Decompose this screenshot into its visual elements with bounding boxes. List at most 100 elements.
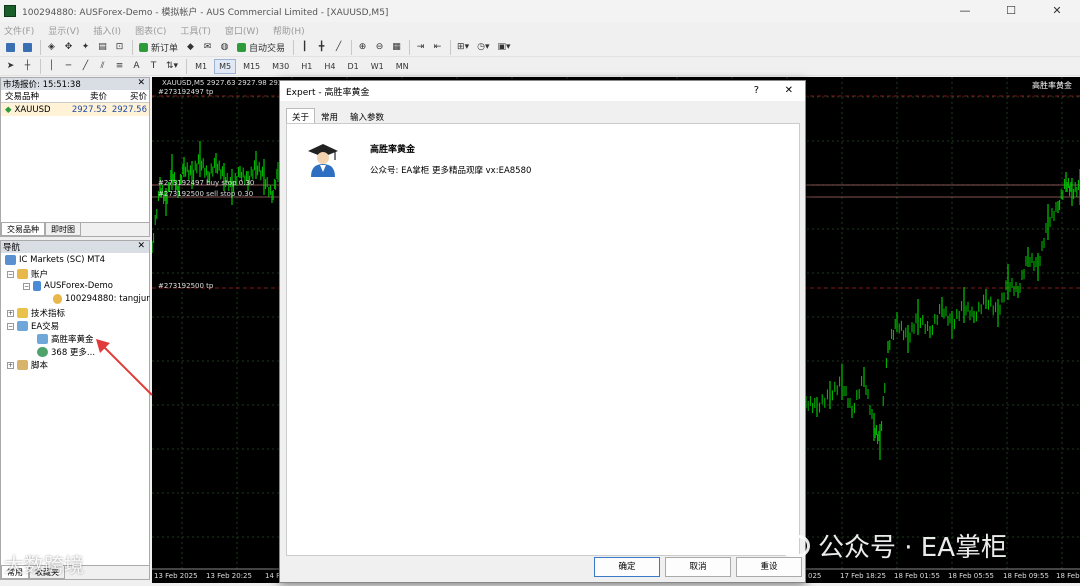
title-bar: 100294880: AUSForex-Demo - 模拟帐户 - AUS Co… <box>0 0 1080 22</box>
signals-icon[interactable]: ✉ <box>200 40 215 55</box>
zoom-in-icon[interactable]: ⊕ <box>355 40 370 55</box>
dialog-close-button[interactable]: ✕ <box>785 85 793 96</box>
nav-item-more[interactable]: 368 更多... <box>37 346 95 358</box>
nav-item-broker[interactable]: IC Markets (SC) MT4 <box>5 255 105 265</box>
close-icon[interactable]: ✕ <box>137 78 145 88</box>
tf-m5[interactable]: M5 <box>214 58 237 74</box>
main-toolbar: ◈ ✥ ✦ ▤ ⊡ 新订单 ◆ ✉ ◍ 自动交易 ┃ ╋ ╱ ⊕ ⊖ ▦ ⇥ ⇤… <box>0 38 1080 57</box>
autoscroll-icon[interactable]: ⇤ <box>430 40 445 55</box>
nav-item-ea-gold[interactable]: 高胜率黄金 <box>37 333 94 345</box>
dialog-content: 高胜率黄金 公众号: EA掌柜 更多精品观摩 vx:EA8580 <box>286 123 800 556</box>
expand-icon[interactable]: + <box>7 361 14 369</box>
nav-item-account[interactable]: 100294880: tangjur <box>53 294 150 304</box>
tf-d1[interactable]: D1 <box>342 59 363 74</box>
candle-chart-icon[interactable]: ╋ <box>314 40 329 55</box>
tf-m30[interactable]: M30 <box>267 59 294 74</box>
collapse-icon[interactable]: − <box>7 322 14 330</box>
cancel-button[interactable]: 取消 <box>665 557 731 577</box>
channel-icon[interactable]: ⫽ <box>95 59 110 74</box>
nav-item-accounts[interactable]: − 账户 <box>7 268 48 280</box>
col-ask[interactable]: 买价 <box>107 90 147 102</box>
collapse-icon[interactable]: − <box>23 282 30 290</box>
menu-insert[interactable]: 插入(I) <box>93 24 121 37</box>
new-chart-icon[interactable] <box>3 40 18 55</box>
market-watch-tabs: 交易品种 即时图 <box>1 222 149 236</box>
profiles-icon[interactable] <box>20 40 35 55</box>
tf-h4[interactable]: H4 <box>319 59 340 74</box>
nav-item-indicators[interactable]: + 技术指标 <box>7 307 65 319</box>
new-order-label: 新订单 <box>151 43 179 54</box>
menu-help[interactable]: 帮助(H) <box>273 24 305 37</box>
terminal-icon <box>5 255 16 265</box>
metaeditor-icon[interactable]: ◆ <box>183 40 198 55</box>
indicators-icon <box>17 308 28 318</box>
symbol-name: XAUUSD <box>14 104 51 115</box>
zoom-out-icon[interactable]: ⊖ <box>372 40 387 55</box>
menu-file[interactable]: 文件(F) <box>4 24 34 37</box>
maximize-button[interactable]: ☐ <box>988 0 1034 22</box>
nav-item-expert-advisors[interactable]: − EA交易 <box>7 320 59 332</box>
watermark-left: 大数跨境 <box>4 553 84 577</box>
close-button[interactable]: ✕ <box>1034 0 1080 22</box>
data-window-icon[interactable]: ✥ <box>61 40 76 55</box>
expand-icon[interactable]: + <box>7 309 14 317</box>
ok-button[interactable]: 确定 <box>594 557 660 577</box>
server-icon <box>33 281 41 291</box>
minimize-button[interactable]: — <box>942 0 988 22</box>
tab-symbols[interactable]: 交易品种 <box>1 223 45 236</box>
close-icon[interactable]: ✕ <box>137 241 145 251</box>
horizontal-line-icon[interactable]: ─ <box>61 59 76 74</box>
chart-header: XAUUSD,M5 2927.63 2927.98 2927. <box>162 79 289 87</box>
templates-icon[interactable]: ▣▾ <box>494 40 513 55</box>
periods-icon[interactable]: ◷▾ <box>474 40 492 55</box>
scripts-icon <box>17 360 28 370</box>
tf-w1[interactable]: W1 <box>366 59 389 74</box>
trendline-icon[interactable]: ╱ <box>78 59 93 74</box>
auto-trading-button[interactable]: 自动交易 <box>234 40 288 55</box>
collapse-icon[interactable]: − <box>7 270 14 278</box>
fibonacci-icon[interactable]: ≡ <box>112 59 127 74</box>
tf-m15[interactable]: M15 <box>238 59 265 74</box>
tf-m1[interactable]: M1 <box>190 59 212 74</box>
navigator-icon[interactable]: ✦ <box>78 40 93 55</box>
nav-item-scripts[interactable]: + 脚本 <box>7 359 48 371</box>
menu-view[interactable]: 显示(V) <box>48 24 79 37</box>
tf-h1[interactable]: H1 <box>296 59 317 74</box>
arrows-icon[interactable]: ⇅▾ <box>163 59 181 74</box>
market-watch-icon[interactable]: ◈ <box>44 40 59 55</box>
date-label: 18 Feb 01:55 <box>894 572 940 580</box>
text-label-icon[interactable]: T <box>146 59 161 74</box>
dialog-title-bar: Expert - 高胜率黄金 ? ✕ <box>280 81 805 101</box>
help-button[interactable]: ? <box>754 85 759 96</box>
nav-item-server[interactable]: − AUSForex-Demo <box>23 281 113 291</box>
col-symbol[interactable]: 交易品种 <box>1 90 65 102</box>
date-label: 025 <box>808 572 822 580</box>
text-icon[interactable]: A <box>129 59 144 74</box>
terminal-icon[interactable]: ▤ <box>95 40 110 55</box>
crosshair-icon[interactable]: ┼ <box>20 59 35 74</box>
globe-icon[interactable]: ◍ <box>217 40 232 55</box>
menu-tools[interactable]: 工具(T) <box>180 24 211 37</box>
market-watch-header: 市场报价: 15:51:38 ✕ <box>1 78 149 90</box>
vertical-line-icon[interactable]: │ <box>44 59 59 74</box>
line-chart-icon[interactable]: ╱ <box>331 40 346 55</box>
line-label-tp-2: #273192500 tp <box>158 282 214 290</box>
watermark-right: 公众号 · EA掌柜 <box>780 527 1007 564</box>
new-order-button[interactable]: 新订单 <box>136 40 181 55</box>
cursor-icon[interactable]: ➤ <box>3 59 18 74</box>
tile-windows-icon[interactable]: ▦ <box>389 40 404 55</box>
indicators-icon[interactable]: ⊞▾ <box>454 40 472 55</box>
strategy-tester-icon[interactable]: ⊡ <box>112 40 127 55</box>
navigator-panel: 导航 ✕ IC Markets (SC) MT4 − 账户 − AUSForex-D… <box>0 240 150 580</box>
menu-window[interactable]: 窗口(W) <box>225 24 259 37</box>
date-label: 18 Feb <box>1056 572 1080 580</box>
tab-tick-chart[interactable]: 即时图 <box>45 223 81 236</box>
drawing-toolbar: ➤ ┼ │ ─ ╱ ⫽ ≡ A T ⇅▾ M1 M5 M15 M30 H1 H4… <box>0 57 1080 76</box>
bar-chart-icon[interactable]: ┃ <box>297 40 312 55</box>
tf-mn[interactable]: MN <box>391 59 414 74</box>
menu-charts[interactable]: 图表(C) <box>135 24 166 37</box>
chart-shift-icon[interactable]: ⇥ <box>413 40 428 55</box>
col-bid[interactable]: 卖价 <box>65 90 107 102</box>
accounts-icon <box>17 269 28 279</box>
symbol-row[interactable]: ◆ XAUUSD 2927.52 2927.56 <box>1 103 149 116</box>
